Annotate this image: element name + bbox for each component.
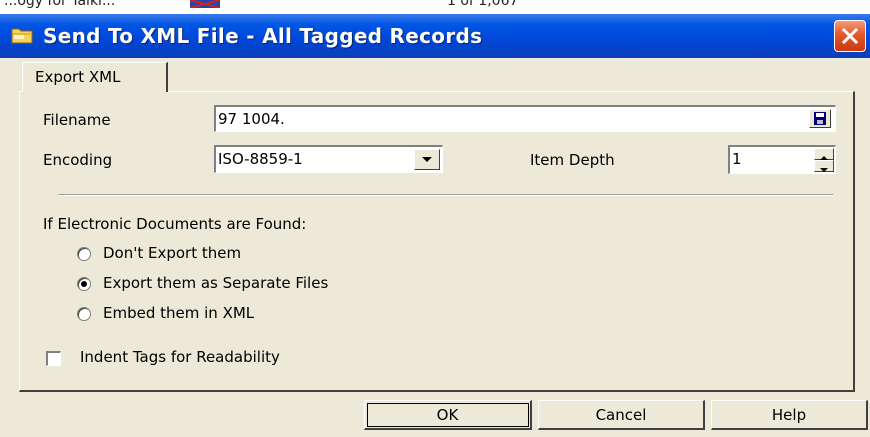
cancel-label: Cancel <box>595 406 647 424</box>
encoding-dropdown-button[interactable] <box>414 149 440 170</box>
cancel-button[interactable]: Cancel <box>538 400 705 430</box>
background-window-count: 1 of 1,067 <box>447 0 519 9</box>
window-title: Send To XML File - All Tagged Records <box>43 24 483 48</box>
save-disk-icon <box>814 112 826 125</box>
encoding-value: ISO-8859-1 <box>218 150 303 168</box>
radio-label: Embed them in XML <box>103 304 255 322</box>
tab-export-xml[interactable]: Export XML <box>22 62 168 92</box>
separator <box>58 194 833 196</box>
chevron-down-icon <box>422 157 432 162</box>
stepper-up-button[interactable] <box>814 148 834 160</box>
encoding-select[interactable]: ISO-8859-1 <box>214 145 443 173</box>
item-depth-value: 1 <box>732 150 742 168</box>
stepper-down-button[interactable] <box>814 160 834 172</box>
radio-button[interactable] <box>77 307 91 321</box>
indent-tags-label: Indent Tags for Readability <box>80 348 280 366</box>
radio-button[interactable] <box>77 247 91 261</box>
title-bar[interactable]: Send To XML File - All Tagged Records <box>0 14 870 58</box>
background-window-text: ...ogy for Talki... <box>4 0 116 9</box>
radio-label: Export them as Separate Files <box>103 274 329 292</box>
ok-label: OK <box>436 406 459 424</box>
filename-value: 97 1004. <box>218 110 285 128</box>
documents-heading: If Electronic Documents are Found: <box>43 215 307 233</box>
arrow-down-icon <box>820 168 828 172</box>
tab-panel <box>19 91 855 392</box>
help-button[interactable]: Help <box>711 400 868 430</box>
encoding-label: Encoding <box>43 151 113 169</box>
ok-button[interactable]: OK <box>364 400 532 430</box>
indent-tags-checkbox[interactable] <box>46 351 61 366</box>
filename-field[interactable]: 97 1004. <box>214 105 836 132</box>
item-depth-stepper[interactable]: 1 <box>728 145 836 174</box>
background-window-strip: ...ogy for Talki... 1 of 1,067 <box>0 0 870 14</box>
radio-button[interactable] <box>77 277 91 291</box>
browse-button[interactable] <box>809 109 831 128</box>
item-depth-label: Item Depth <box>530 151 615 169</box>
filename-label: Filename <box>43 111 111 129</box>
tab-label: Export XML <box>35 68 121 86</box>
help-label: Help <box>771 406 807 424</box>
flag-icon <box>190 0 220 8</box>
dialog-body: Export XML Filename 97 1004. Encoding IS… <box>0 58 870 437</box>
folder-icon <box>11 28 33 44</box>
radio-label: Don't Export them <box>103 244 242 262</box>
close-button[interactable] <box>834 20 866 52</box>
close-icon <box>841 27 859 45</box>
